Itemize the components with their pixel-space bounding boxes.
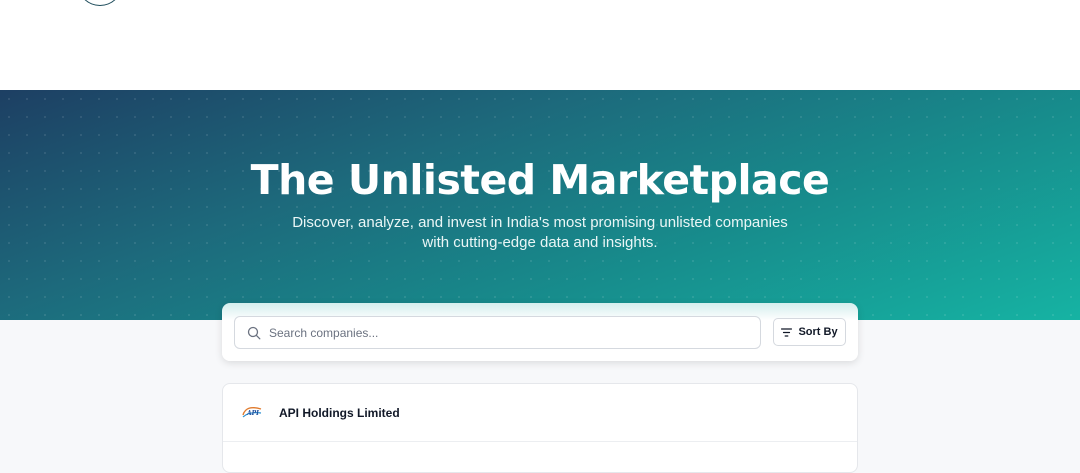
hero-subtitle: Discover, analyze, and invest in India's…: [290, 213, 790, 253]
sort-by-button[interactable]: Sort By: [773, 318, 846, 346]
hero-banner: The Unlisted Marketplace Discover, analy…: [0, 90, 1080, 320]
company-logo: API: [242, 406, 262, 418]
hero-title: The Unlisted Marketplace: [250, 156, 830, 204]
search-input[interactable]: [269, 321, 749, 345]
search-field[interactable]: [234, 316, 761, 349]
hero-subtitle-line-1: Discover, analyze, and invest in India's…: [292, 214, 788, 231]
filter-icon: [781, 327, 793, 337]
hero-dot-pattern: [0, 90, 1080, 320]
search-icon: [247, 326, 261, 340]
brand-logo[interactable]: [78, 0, 122, 6]
search-toolbar: Sort By: [222, 303, 858, 361]
sort-by-label: Sort By: [798, 326, 838, 338]
top-navbar: [0, 0, 1080, 90]
company-list: API API Holdings Limited: [222, 383, 858, 473]
svg-text:API: API: [246, 410, 259, 417]
company-name: API Holdings Limited: [279, 406, 400, 420]
company-list-item[interactable]: API API Holdings Limited: [223, 384, 857, 442]
hero-subtitle-line-2: with cutting-edge data and insights.: [422, 234, 658, 251]
